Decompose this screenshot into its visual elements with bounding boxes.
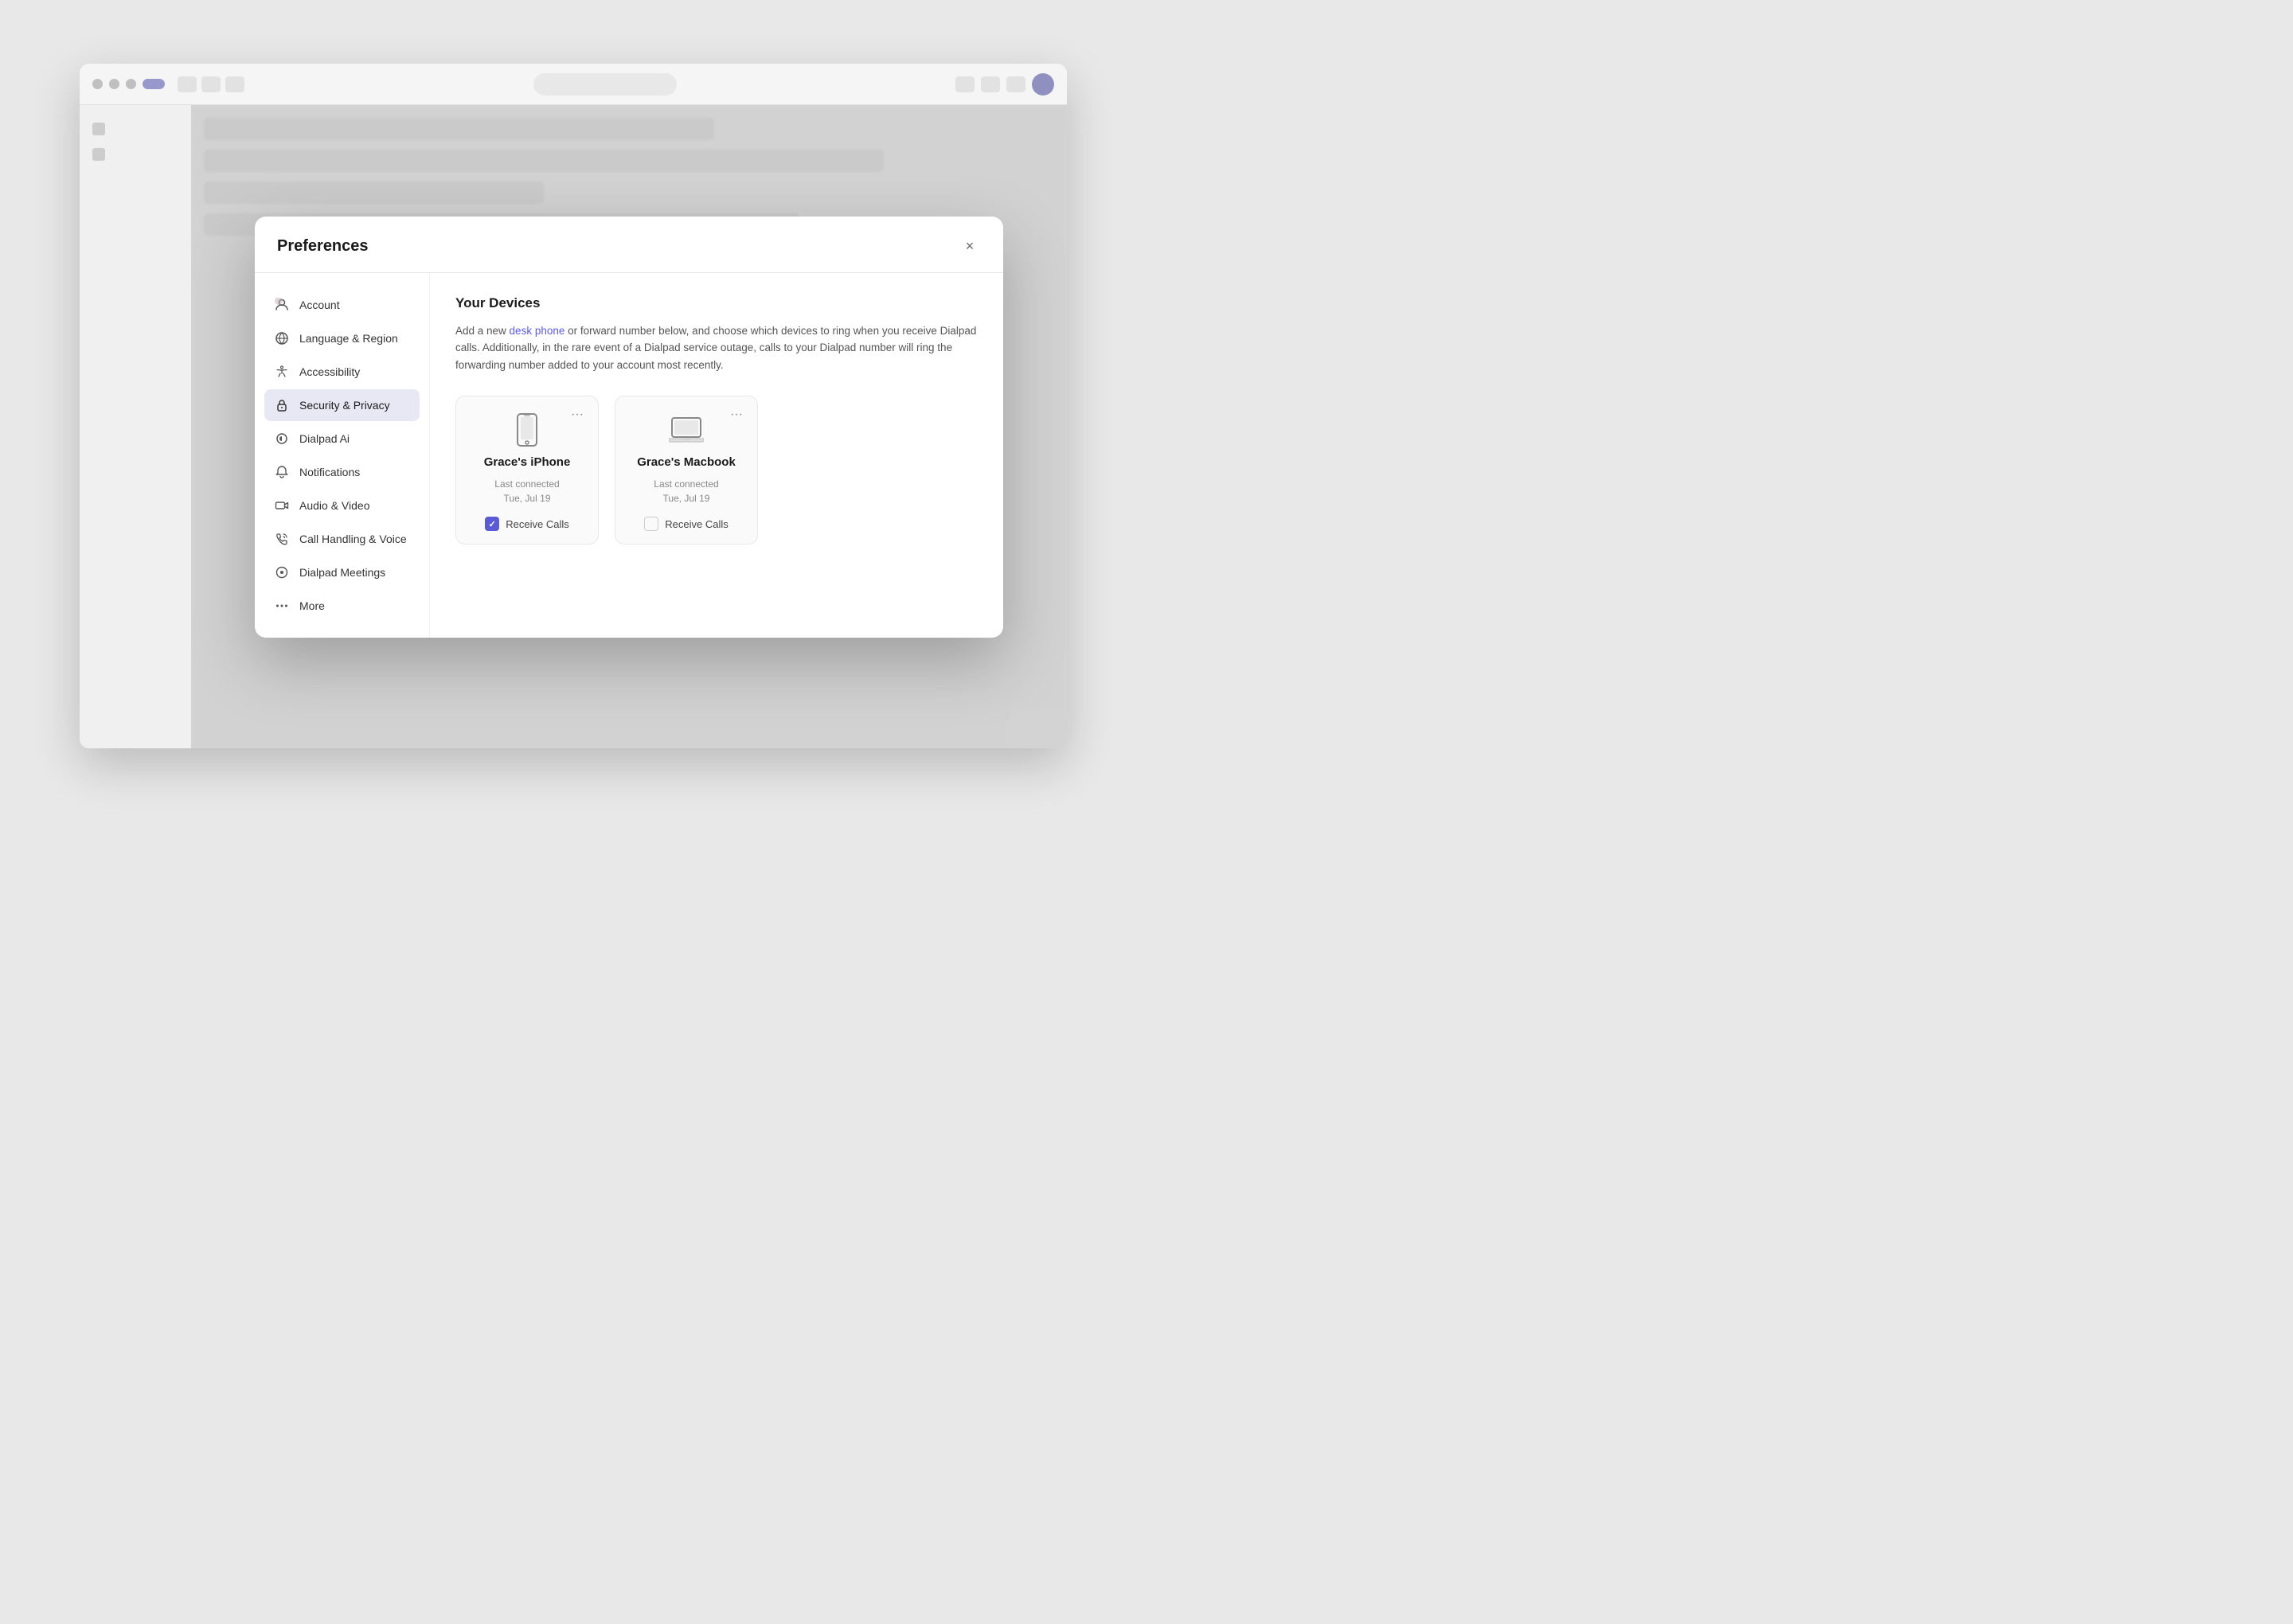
app-window: Preferences × (80, 64, 1067, 748)
nav-label-accessibility: Accessibility (299, 365, 360, 378)
device-card-macbook: ··· Grace' (615, 396, 758, 545)
nav-item-accessibility[interactable]: Accessibility (264, 356, 420, 388)
modal-header: Preferences × (255, 217, 1003, 273)
camera-icon (274, 498, 290, 513)
search-pill[interactable] (533, 73, 677, 96)
section-title: Your Devices (455, 295, 978, 311)
nav-item-audio-video[interactable]: Audio & Video (264, 490, 420, 521)
app-body: Preferences × (80, 105, 1067, 748)
nav-label-dialpad-meetings: Dialpad Meetings (299, 566, 385, 579)
lock-icon (274, 397, 290, 413)
person-icon (274, 297, 290, 313)
nav-label-security: Security & Privacy (299, 399, 390, 412)
ai-icon (274, 431, 290, 447)
device-name-macbook: Grace's Macbook (637, 455, 736, 469)
nav-item-call-handling[interactable]: Call Handling & Voice (264, 523, 420, 555)
device-menu-iphone[interactable]: ··· (566, 406, 588, 424)
bell-icon (274, 464, 290, 480)
receive-calls-label-macbook: Receive Calls (665, 518, 728, 530)
sidebar-icon-contacts (92, 148, 105, 161)
desk-phone-link[interactable]: desk phone (510, 325, 565, 337)
title-bar-right (955, 73, 1054, 96)
phone-icon (274, 531, 290, 547)
desc-part1: Add a new (455, 325, 510, 337)
receive-calls-row-iphone: Receive Calls (485, 517, 568, 531)
more-icon (274, 598, 290, 614)
preferences-modal: Preferences × (255, 217, 1003, 638)
preferences-nav: Account (255, 273, 430, 638)
action-btn-3[interactable] (1006, 76, 1025, 92)
receive-calls-checkbox-iphone[interactable] (485, 517, 499, 531)
fullscreen-traffic-light[interactable] (126, 79, 136, 89)
phone-device-icon (510, 412, 545, 447)
receive-calls-checkbox-macbook[interactable] (644, 517, 658, 531)
nav-item-language[interactable]: Language & Region (264, 322, 420, 354)
nav-item-dialpad-meetings[interactable]: Dialpad Meetings (264, 556, 420, 588)
back-arrow[interactable] (178, 76, 197, 92)
sidebar-icon-main (92, 123, 105, 135)
receive-calls-label-iphone: Receive Calls (506, 518, 568, 530)
refresh-arrow[interactable] (225, 76, 244, 92)
device-menu-macbook[interactable]: ··· (725, 406, 748, 424)
accessibility-icon (274, 364, 290, 380)
nav-item-dialpad-ai[interactable]: Dialpad Ai (264, 423, 420, 455)
sidebar-item-main[interactable] (86, 118, 185, 140)
sidebar-item-contacts[interactable] (86, 143, 185, 166)
nav-label-account: Account (299, 299, 340, 311)
nav-item-security[interactable]: Security & Privacy (264, 389, 420, 421)
action-btn-1[interactable] (955, 76, 975, 92)
nav-item-account[interactable]: Account (264, 289, 420, 321)
globe-icon (274, 330, 290, 346)
section-description: Add a new desk phone or forward number b… (455, 322, 978, 374)
laptop-device-icon (669, 412, 704, 447)
modal-overlay: Preferences × (191, 105, 1067, 748)
device-last-connected-iphone: Last connected Tue, Jul 19 (494, 477, 559, 506)
nav-label-call-handling: Call Handling & Voice (299, 533, 407, 545)
forward-arrow[interactable] (201, 76, 221, 92)
device-card-iphone: ··· Grace' (455, 396, 599, 545)
app-sidebar (80, 105, 191, 748)
title-bar (80, 64, 1067, 105)
nav-label-audio-video: Audio & Video (299, 499, 369, 512)
meetings-icon (274, 564, 290, 580)
nav-arrows (178, 76, 244, 92)
preferences-main-pane: Your Devices Add a new desk phone or for… (430, 273, 1003, 638)
nav-label-dialpad-ai: Dialpad Ai (299, 432, 350, 445)
nav-label-notifications: Notifications (299, 466, 360, 478)
search-bar (254, 73, 955, 96)
main-content: Preferences × (191, 105, 1067, 748)
nav-item-more[interactable]: More (264, 590, 420, 622)
devices-grid: ··· Grace' (455, 396, 978, 545)
modal-title: Preferences (277, 237, 369, 256)
nav-item-notifications[interactable]: Notifications (264, 456, 420, 488)
nav-label-more: More (299, 599, 325, 612)
close-traffic-light[interactable] (92, 79, 103, 89)
active-indicator (143, 79, 165, 89)
action-btn-2[interactable] (981, 76, 1000, 92)
device-name-iphone: Grace's iPhone (484, 455, 571, 469)
nav-label-language: Language & Region (299, 332, 398, 345)
receive-calls-row-macbook: Receive Calls (644, 517, 728, 531)
user-avatar[interactable] (1032, 73, 1054, 96)
minimize-traffic-light[interactable] (109, 79, 119, 89)
device-last-connected-macbook: Last connected Tue, Jul 19 (654, 477, 718, 506)
modal-body: Account (255, 273, 1003, 638)
close-button[interactable]: × (959, 236, 981, 258)
traffic-lights (92, 79, 165, 89)
